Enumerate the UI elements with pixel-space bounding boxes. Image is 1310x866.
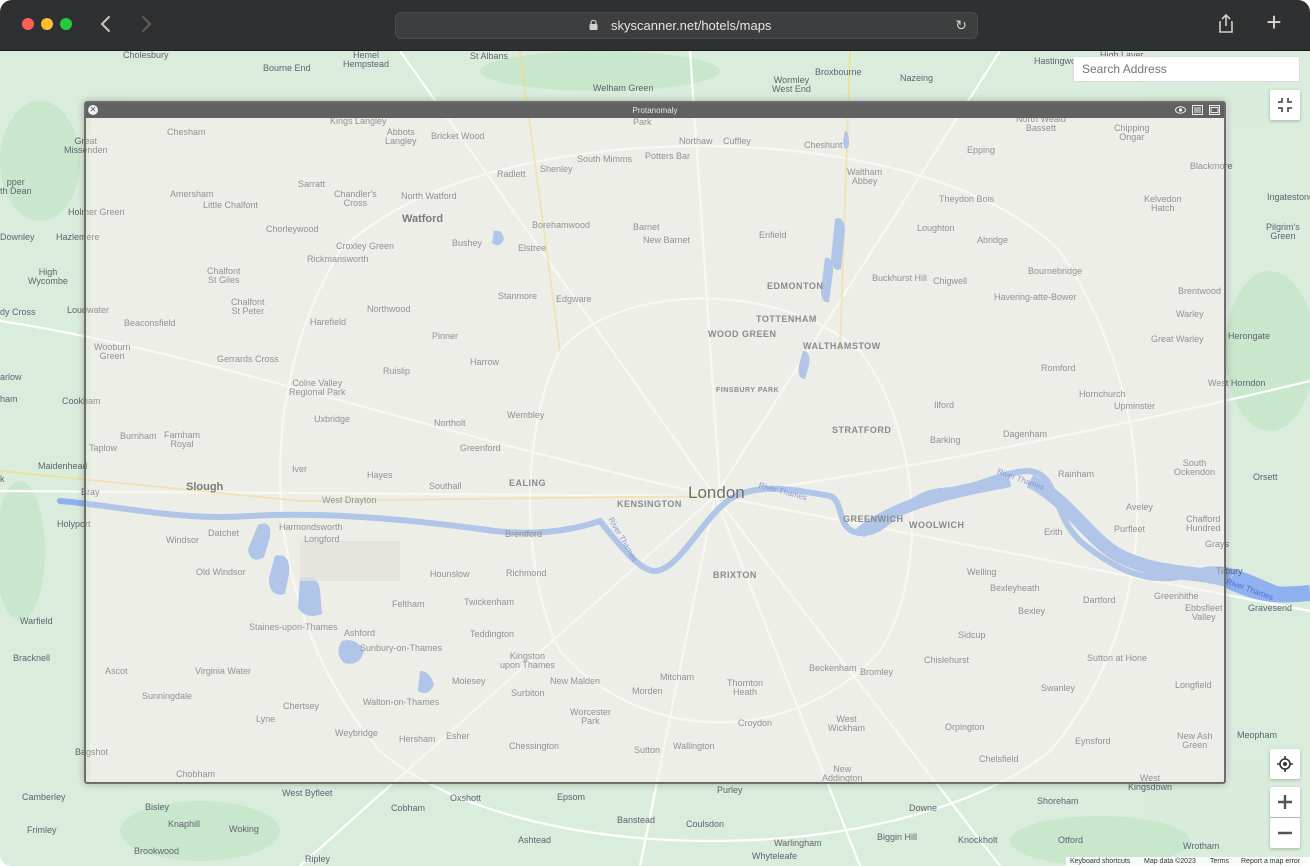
place-label: Maidenhead [38, 461, 88, 471]
place-label: Warfield [20, 616, 53, 626]
place-label: Shoreham [1037, 796, 1079, 806]
place-label: Ingatestone [1267, 192, 1310, 202]
place-label: Otford [1058, 835, 1084, 845]
place-label: Gravesend [1248, 603, 1293, 613]
place-label: ham [0, 394, 18, 404]
list-icon[interactable] [1191, 105, 1203, 115]
place-label: Hemel Hempstead [343, 50, 390, 69]
share-icon [1219, 13, 1233, 33]
place-label: Camberley [22, 792, 66, 802]
place-label: Whyteleafe [752, 851, 798, 861]
address-bar[interactable]: skyscanner.net/hotels/maps ↻ [395, 12, 978, 39]
place-label: Pilgrim's Green [1266, 222, 1300, 241]
overlay-close-button[interactable]: ✕ [88, 105, 98, 115]
place-label: Downley [0, 232, 35, 242]
my-location-button[interactable] [1270, 749, 1300, 779]
browser-toolbar: skyscanner.net/hotels/maps ↻ + [0, 0, 1310, 51]
place-label: Knockholt [958, 835, 998, 845]
place-label: Frimley [27, 825, 57, 835]
close-window-button[interactable] [22, 18, 34, 30]
place-label: Wormley West End [772, 75, 811, 94]
terms-link[interactable]: Terms [1210, 857, 1229, 866]
reload-icon[interactable]: ↻ [955, 13, 967, 38]
place-label: Ashtead [518, 835, 552, 845]
map-data-text: Map data ©2023 [1144, 858, 1196, 865]
place-label: Biggin Hill [877, 832, 918, 842]
keyboard-shortcuts-link[interactable]: Keyboard shortcuts [1070, 857, 1130, 866]
place-label: Ripley [305, 854, 331, 864]
place-label: Orsett [1253, 472, 1278, 482]
crosshair-icon [1277, 756, 1293, 772]
eye-icon[interactable] [1174, 105, 1186, 115]
place-label: Bracknell [13, 653, 51, 663]
place-label: Herongate [1228, 331, 1271, 341]
place-label: High Wycombe [28, 267, 68, 286]
place-label: Welham Green [593, 83, 654, 93]
place-label: Wrotham [1183, 841, 1220, 851]
place-label: Broxbourne [815, 67, 862, 77]
place-label: Downe [909, 803, 938, 813]
place-label: Meopham [1237, 730, 1278, 740]
grid-icon[interactable] [1209, 105, 1220, 115]
maximize-window-button[interactable] [60, 18, 72, 30]
place-label: Banstead [617, 815, 656, 825]
map-canvas[interactable]: London Watford Slough EDMONTON TOTTENHAM… [0, 51, 1310, 866]
place-label: Woking [229, 824, 259, 834]
place-label: Bourne End [263, 63, 311, 73]
share-button[interactable] [1214, 12, 1238, 36]
zoom-out-button[interactable] [1270, 818, 1300, 848]
place-label: dy Cross [0, 307, 36, 317]
place-label: St Albans [470, 51, 509, 61]
new-tab-button[interactable]: + [1262, 9, 1286, 35]
zoom-in-button[interactable] [1270, 787, 1300, 817]
map-attribution: Keyboard shortcuts Map data ©2023 Terms … [1066, 857, 1310, 866]
minus-icon [1278, 831, 1292, 835]
place-label: k [0, 474, 5, 484]
place-label: Cobham [391, 803, 426, 813]
back-button[interactable] [94, 12, 118, 36]
place-label: Epsom [557, 792, 586, 802]
place-label: Oxshott [450, 793, 482, 803]
fullscreen-exit-icon [1278, 98, 1292, 112]
chevron-right-icon [142, 16, 152, 32]
search-address-input[interactable] [1073, 56, 1300, 82]
place-label: Bisley [145, 802, 170, 812]
place-label: Brookwood [134, 846, 180, 856]
place-label: arlow [0, 372, 22, 382]
protanomaly-overlay-window[interactable]: ✕ Protanomaly [84, 101, 1226, 784]
overlay-title: Protanomaly [632, 106, 678, 115]
place-label: pper th Dean [0, 177, 32, 196]
place-label: Purley [717, 785, 743, 795]
place-label: Cholesbury [123, 50, 169, 60]
lock-icon [589, 20, 598, 30]
place-label: Coulsdon [686, 819, 725, 829]
forward-button[interactable] [134, 12, 158, 36]
place-label: West Byfleet [282, 788, 333, 798]
report-map-error-link[interactable]: Report a map error [1241, 857, 1300, 866]
plus-icon [1278, 795, 1292, 809]
url-text: skyscanner.net/hotels/maps [611, 18, 772, 33]
exit-fullscreen-button[interactable] [1270, 90, 1300, 120]
place-label: Nazeing [900, 73, 934, 83]
place-label: Knaphill [168, 819, 201, 829]
minimize-window-button[interactable] [41, 18, 53, 30]
place-label: Warlingham [774, 838, 822, 848]
browser-window: skyscanner.net/hotels/maps ↻ + London Wa… [0, 0, 1310, 866]
overlay-toolbar [1171, 105, 1220, 116]
overlay-titlebar[interactable]: ✕ Protanomaly [86, 103, 1224, 118]
chevron-left-icon [100, 16, 110, 32]
